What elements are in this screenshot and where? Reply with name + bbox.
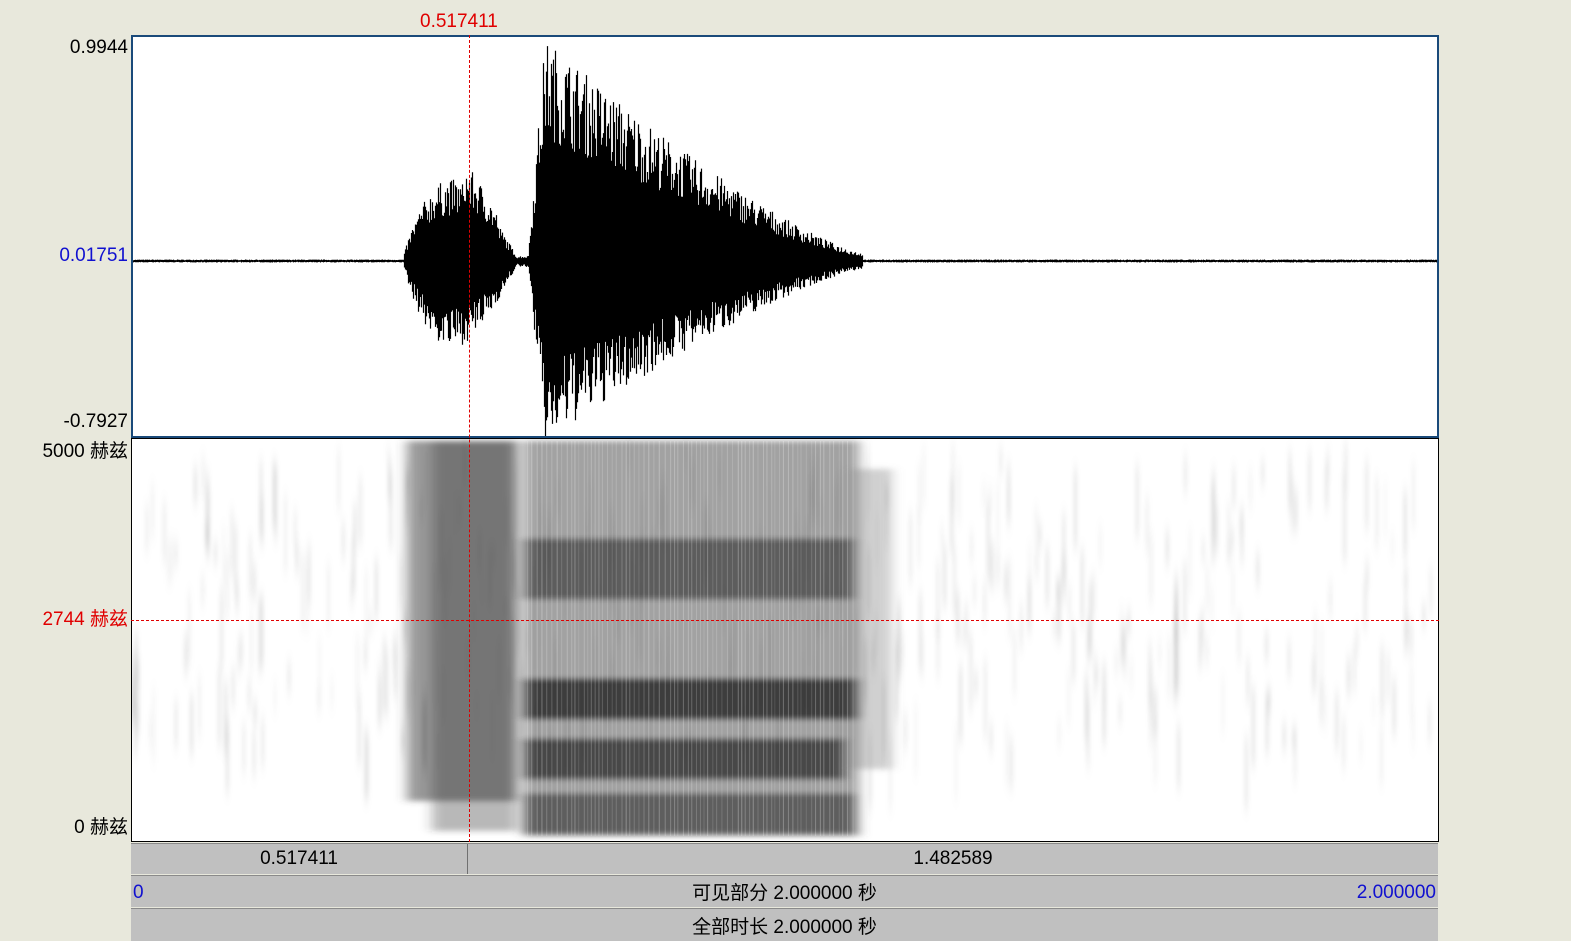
spectrogram-max-label: 5000 赫兹: [42, 441, 128, 462]
waveform-plot: [133, 46, 1437, 436]
selection-right-value: 1.482589: [913, 848, 993, 869]
spectrogram-plot: [132, 439, 1432, 836]
selection-bar[interactable]: 0.517411 1.482589: [131, 843, 1438, 874]
spectrogram-panel[interactable]: [131, 438, 1439, 842]
selection-left-value: 0.517411: [260, 848, 338, 869]
waveform-min-label: -0.7927: [63, 411, 128, 432]
selection-left-segment[interactable]: 0.517411: [131, 844, 468, 874]
total-duration-bar[interactable]: 全部时长 2.000000 秒: [131, 908, 1438, 941]
waveform-zero-label: 0.01751: [59, 245, 128, 266]
cursor-time-label: 0.517411: [420, 11, 498, 32]
visible-part-bar[interactable]: 0 可见部分 2.000000 秒 2.000000: [131, 875, 1438, 907]
visible-part-label: 可见部分 2.000000 秒: [692, 883, 877, 904]
waveform-trace: [133, 46, 1437, 436]
waveform-max-label: 0.9944: [69, 37, 128, 58]
cursor-frequency-label: 2744 赫兹: [42, 609, 128, 630]
selection-right-segment[interactable]: 1.482589: [468, 844, 1438, 874]
total-duration-label: 全部时长 2.000000 秒: [692, 916, 877, 938]
total-duration-center: 全部时长 2.000000 秒: [131, 909, 1438, 941]
spectrogram-min-label: 0 赫兹: [74, 817, 128, 838]
visible-end-value: 2.000000: [1356, 882, 1436, 903]
waveform-panel[interactable]: [131, 35, 1439, 438]
visible-part-center: 可见部分 2.000000 秒: [131, 876, 1438, 907]
